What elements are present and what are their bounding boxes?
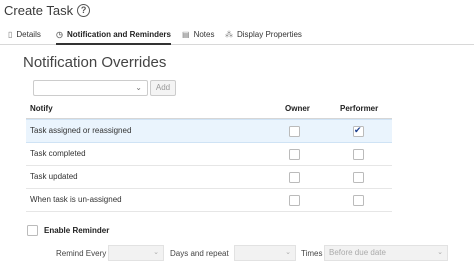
remind-every-label: Remind Every xyxy=(56,249,107,258)
enable-reminder: Enable Reminder xyxy=(27,225,109,236)
row-label: Task assigned or reassigned xyxy=(30,126,132,135)
tab-display-properties[interactable]: ⁂ Display Properties xyxy=(225,26,302,44)
tab-notification-and-reminders[interactable]: ◷ Notification and Reminders xyxy=(56,26,171,45)
tab-notes-label: Notes xyxy=(193,30,215,39)
chevron-down-icon: ⌄ xyxy=(285,249,291,256)
add-button[interactable]: Add xyxy=(150,80,176,96)
chevron-down-icon: ⌄ xyxy=(135,83,142,92)
row-label: Task updated xyxy=(30,172,78,181)
owner-checkbox[interactable] xyxy=(289,149,300,160)
page-title: Create Task ? xyxy=(4,3,91,18)
section-title: Notification Overrides xyxy=(23,54,167,71)
tab-notification-label: Notification and Reminders xyxy=(66,30,171,39)
chevron-down-icon: ⌄ xyxy=(437,249,443,256)
timer-icon: ◷ xyxy=(56,30,63,39)
owner-checkbox[interactable] xyxy=(289,126,300,137)
performer-checkbox[interactable] xyxy=(353,195,364,206)
table-row[interactable]: Task assigned or reassigned xyxy=(26,119,392,143)
due-date-select[interactable]: Before due date ⌄ xyxy=(324,245,448,261)
performer-checkbox[interactable] xyxy=(353,149,364,160)
remind-every-select[interactable]: ⌄ xyxy=(108,245,164,261)
notes-icon: ▤ xyxy=(182,30,190,39)
table-row[interactable]: When task is un-assigned xyxy=(26,189,392,212)
table-row[interactable]: Task updated xyxy=(26,166,392,189)
tab-notes[interactable]: ▤ Notes xyxy=(182,26,214,44)
enable-reminder-label: Enable Reminder xyxy=(44,226,110,235)
repeat-count-select[interactable]: ⌄ xyxy=(234,245,296,261)
notify-table: Notify Owner Performer Task assigned or … xyxy=(26,100,392,212)
details-icon: ▯ xyxy=(8,30,13,39)
due-date-placeholder: Before due date xyxy=(329,248,386,257)
row-label: Task completed xyxy=(30,149,86,158)
tab-display-properties-label: Display Properties xyxy=(237,30,302,39)
owner-checkbox[interactable] xyxy=(289,172,300,183)
col-notify: Notify xyxy=(30,104,53,113)
performer-checkbox[interactable] xyxy=(353,125,364,137)
performer-checkbox[interactable] xyxy=(353,172,364,183)
col-owner: Owner xyxy=(285,104,310,113)
page-title-text: Create Task xyxy=(4,3,74,18)
reminder-fields: Remind Every ⌄ Days and repeat ⌄ Times B… xyxy=(0,245,474,261)
notify-select[interactable]: ⌄ xyxy=(33,80,148,96)
help-circle-icon[interactable]: ? xyxy=(77,4,91,17)
tab-bar: ▯ Details ◷ Notification and Reminders ▤… xyxy=(0,26,474,45)
days-repeat-label: Days and repeat xyxy=(170,249,229,258)
tab-details[interactable]: ▯ Details xyxy=(8,26,41,44)
table-row[interactable]: Task completed xyxy=(26,143,392,166)
enable-reminder-checkbox[interactable] xyxy=(27,225,38,236)
tab-details-label: Details xyxy=(16,30,41,39)
chevron-down-icon: ⌄ xyxy=(153,249,159,256)
times-label: Times xyxy=(301,249,323,258)
row-label: When task is un-assigned xyxy=(30,195,122,204)
owner-checkbox[interactable] xyxy=(289,195,300,206)
table-header: Notify Owner Performer xyxy=(26,100,392,119)
col-performer: Performer xyxy=(340,104,379,113)
properties-icon: ⁂ xyxy=(225,30,233,39)
